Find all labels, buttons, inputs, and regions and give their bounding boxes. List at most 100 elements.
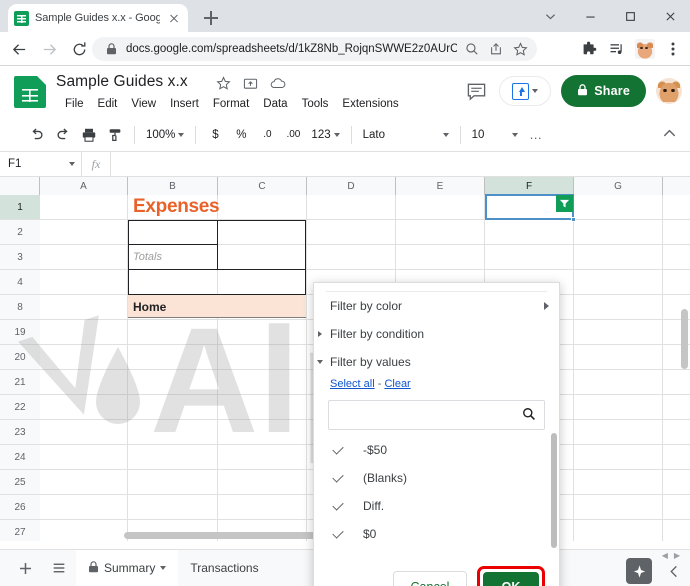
search-input[interactable] bbox=[337, 402, 522, 428]
cell-b1[interactable]: Expenses bbox=[130, 195, 250, 219]
column-header-g[interactable]: G bbox=[574, 177, 663, 195]
document-title[interactable]: Sample Guides x.x bbox=[56, 73, 188, 91]
explore-icon[interactable] bbox=[626, 558, 652, 584]
browser-tab[interactable]: Sample Guides x.x - Google She bbox=[8, 4, 188, 32]
menu-extensions[interactable]: Extensions bbox=[335, 96, 405, 112]
row-header-1[interactable]: 1 bbox=[0, 195, 40, 220]
filter-by-condition-item[interactable]: Filter by condition bbox=[314, 320, 559, 348]
menu-tools[interactable]: Tools bbox=[295, 96, 336, 112]
cell-b8[interactable]: Home bbox=[130, 295, 215, 318]
row-header-4[interactable]: 4 bbox=[0, 270, 40, 295]
cancel-button[interactable]: Cancel bbox=[393, 571, 467, 586]
chevron-left-icon[interactable] bbox=[664, 561, 684, 581]
zoom-icon[interactable] bbox=[463, 40, 481, 58]
column-header-e[interactable]: E bbox=[396, 177, 485, 195]
reload-button[interactable] bbox=[64, 34, 94, 64]
present-button[interactable] bbox=[499, 76, 552, 106]
redo-icon[interactable] bbox=[50, 122, 76, 148]
select-all-link[interactable]: Select all bbox=[330, 378, 375, 390]
column-header-b[interactable]: B bbox=[128, 177, 218, 195]
filter-by-color-item[interactable]: Filter by color bbox=[314, 292, 559, 320]
zoom-select[interactable]: 100% bbox=[141, 122, 189, 148]
row-header-20[interactable]: 20 bbox=[0, 345, 40, 370]
chrome-menu-icon[interactable] bbox=[660, 37, 686, 61]
ok-button[interactable]: OK bbox=[483, 572, 539, 586]
selection-handle[interactable] bbox=[571, 217, 576, 222]
extensions-puzzle-icon[interactable] bbox=[576, 37, 602, 61]
row-header-21[interactable]: 21 bbox=[0, 370, 40, 395]
row-header-8[interactable]: 8 bbox=[0, 295, 40, 320]
column-header-f[interactable]: F bbox=[485, 177, 574, 195]
row-header-2[interactable]: 2 bbox=[0, 220, 40, 245]
filter-search-box[interactable] bbox=[328, 400, 545, 430]
close-tab-icon[interactable] bbox=[166, 10, 182, 26]
menu-data[interactable]: Data bbox=[256, 96, 294, 112]
clear-link[interactable]: Clear bbox=[384, 378, 410, 390]
filter-funnel-icon[interactable] bbox=[556, 195, 573, 212]
media-control-icon[interactable] bbox=[604, 37, 630, 61]
move-to-folder-icon[interactable] bbox=[242, 75, 259, 92]
cloud-saved-icon[interactable] bbox=[269, 75, 286, 92]
vertical-scrollbar[interactable] bbox=[681, 309, 688, 369]
menu-edit[interactable]: Edit bbox=[91, 96, 125, 112]
menu-file[interactable]: File bbox=[58, 96, 91, 112]
row-header-3[interactable]: 3 bbox=[0, 245, 40, 270]
number-format-select[interactable]: 123 bbox=[306, 122, 344, 148]
chevron-down-icon[interactable] bbox=[160, 566, 167, 570]
comment-icon[interactable] bbox=[463, 78, 489, 104]
profile-avatar[interactable] bbox=[632, 37, 658, 61]
new-tab-button[interactable] bbox=[200, 7, 222, 29]
all-sheets-icon[interactable] bbox=[42, 551, 76, 585]
row-header-24[interactable]: 24 bbox=[0, 445, 40, 470]
column-header-h[interactable] bbox=[663, 177, 690, 195]
row-header-23[interactable]: 23 bbox=[0, 420, 40, 445]
font-size-select[interactable]: 10 bbox=[467, 122, 523, 148]
cell-b3[interactable]: Totals bbox=[130, 245, 215, 269]
row-header-26[interactable]: 26 bbox=[0, 495, 40, 520]
filter-value-item[interactable]: -$50 bbox=[314, 436, 559, 464]
filter-value-item[interactable]: Diff. bbox=[314, 492, 559, 520]
currency-format-button[interactable]: $ bbox=[202, 122, 228, 148]
menu-view[interactable]: View bbox=[124, 96, 163, 112]
bookmark-star-icon[interactable] bbox=[511, 40, 529, 58]
back-button[interactable] bbox=[4, 34, 34, 64]
percent-format-button[interactable]: % bbox=[228, 122, 254, 148]
forward-button[interactable] bbox=[34, 34, 64, 64]
column-header-a[interactable]: A bbox=[40, 177, 128, 195]
avatar[interactable] bbox=[656, 78, 682, 104]
more-options-icon[interactable]: … bbox=[523, 122, 549, 148]
filter-by-values-item[interactable]: Filter by values bbox=[314, 348, 559, 376]
row-header-19[interactable]: 19 bbox=[0, 320, 40, 345]
maximize-icon[interactable] bbox=[610, 0, 650, 32]
share-button[interactable]: Share bbox=[561, 75, 646, 107]
sheets-logo-icon[interactable] bbox=[14, 76, 46, 108]
chevron-down-icon[interactable] bbox=[530, 0, 570, 32]
filter-value-item[interactable]: (Blanks) bbox=[314, 464, 559, 492]
star-icon[interactable] bbox=[215, 75, 232, 92]
print-icon[interactable] bbox=[76, 122, 102, 148]
increase-decimal-button[interactable]: .00 bbox=[280, 122, 306, 148]
font-select[interactable]: Lato bbox=[358, 122, 454, 148]
name-box[interactable]: F1 bbox=[0, 152, 82, 176]
row-header-22[interactable]: 22 bbox=[0, 395, 40, 420]
close-window-icon[interactable] bbox=[650, 0, 690, 32]
decrease-decimal-button[interactable]: .0 bbox=[254, 122, 280, 148]
search-icon[interactable] bbox=[522, 407, 536, 424]
sheet-tab-summary[interactable]: Summary bbox=[76, 549, 179, 586]
minimize-icon[interactable] bbox=[570, 0, 610, 32]
address-bar[interactable]: docs.google.com/spreadsheets/d/1kZ8Nb_Ro… bbox=[92, 37, 537, 61]
formula-input[interactable] bbox=[110, 152, 690, 176]
column-header-d[interactable]: D bbox=[307, 177, 396, 195]
share-icon[interactable] bbox=[487, 40, 505, 58]
paint-format-icon[interactable] bbox=[102, 122, 128, 148]
menu-insert[interactable]: Insert bbox=[163, 96, 206, 112]
row-header-27[interactable]: 27 bbox=[0, 520, 40, 541]
select-all-corner[interactable] bbox=[0, 177, 40, 195]
sheet-tab-transactions[interactable]: Transactions bbox=[178, 550, 270, 586]
collapse-toolbar-icon[interactable] bbox=[661, 125, 678, 147]
filter-value-item[interactable]: $0 bbox=[314, 520, 559, 548]
undo-icon[interactable] bbox=[24, 122, 50, 148]
column-header-c[interactable]: C bbox=[218, 177, 307, 195]
menu-format[interactable]: Format bbox=[206, 96, 256, 112]
row-header-25[interactable]: 25 bbox=[0, 470, 40, 495]
